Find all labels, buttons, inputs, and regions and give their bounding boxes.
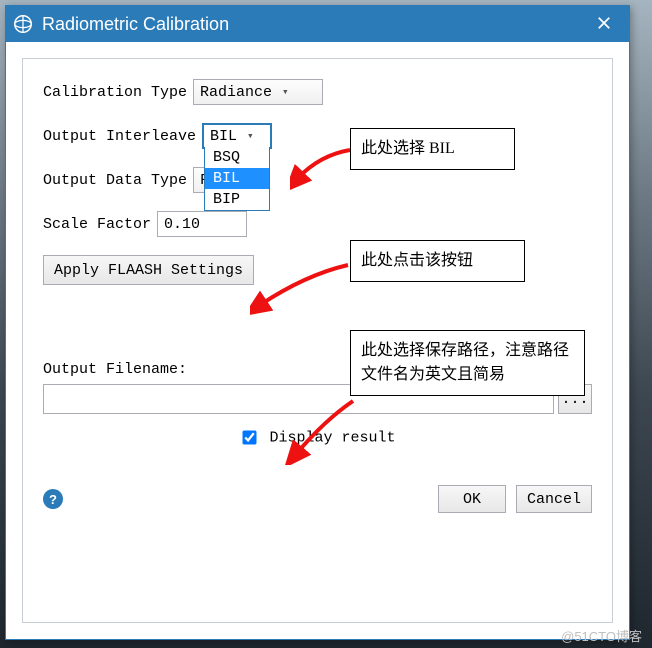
calibration-type-label: Calibration Type (43, 84, 187, 101)
calibration-type-row: Calibration Type Radiance ▾ (43, 79, 592, 105)
annotation-bil-text: 此处选择 BIL (361, 140, 455, 157)
scale-factor-label: Scale Factor (43, 216, 151, 233)
interleave-label: Output Interleave (43, 128, 196, 145)
apply-flaash-label: Apply FLAASH Settings (54, 262, 243, 279)
dialog-footer: ? OK Cancel (43, 477, 592, 515)
interleave-dropdown: BSQ BIL BIP (204, 147, 270, 211)
interleave-select[interactable]: BIL ▾ BSQ BIL BIP (202, 123, 272, 149)
calibration-type-value: Radiance (200, 84, 272, 101)
scale-factor-value: 0.10 (164, 216, 200, 233)
interleave-option-bil[interactable]: BIL (205, 168, 269, 189)
display-result-checkbox[interactable] (243, 430, 257, 444)
window-title: Radiometric Calibration (42, 14, 587, 35)
interleave-option-bip[interactable]: BIP (205, 189, 269, 210)
ok-button[interactable]: OK (438, 485, 506, 513)
cancel-label: Cancel (527, 491, 581, 508)
interleave-value: BIL (210, 128, 237, 145)
chevron-down-icon: ▾ (247, 129, 254, 143)
apply-flaash-button[interactable]: Apply FLAASH Settings (43, 255, 254, 285)
scale-factor-row: Scale Factor 0.10 (43, 211, 592, 237)
display-result-label: Display result (269, 429, 395, 446)
titlebar[interactable]: Radiometric Calibration (6, 6, 629, 42)
chevron-down-icon: ▾ (282, 85, 289, 99)
output-filename-label: Output Filename: (43, 361, 187, 378)
data-type-row: Output Data Type F ▾ (43, 167, 592, 193)
annotation-apply-text: 此处点击该按钮 (361, 252, 473, 269)
dialog-window: Radiometric Calibration Calibration Type… (5, 5, 630, 640)
annotation-bil: 此处选择 BIL (350, 128, 515, 170)
annotation-path-text: 此处选择保存路径，注意路径文件名为英文且简易 (361, 342, 569, 383)
ok-label: OK (463, 491, 481, 508)
interleave-option-bsq[interactable]: BSQ (205, 147, 269, 168)
close-icon[interactable] (587, 14, 621, 35)
help-icon[interactable]: ? (43, 489, 63, 509)
display-result-row: Display result (43, 428, 592, 447)
calibration-type-select[interactable]: Radiance ▾ (193, 79, 323, 105)
scale-factor-input[interactable]: 0.10 (157, 211, 247, 237)
app-icon (12, 13, 34, 35)
annotation-path: 此处选择保存路径，注意路径文件名为英文且简易 (350, 330, 585, 396)
annotation-apply: 此处点击该按钮 (350, 240, 525, 282)
watermark: @51CTO博客 (561, 626, 642, 645)
data-type-label: Output Data Type (43, 172, 187, 189)
cancel-button[interactable]: Cancel (516, 485, 592, 513)
